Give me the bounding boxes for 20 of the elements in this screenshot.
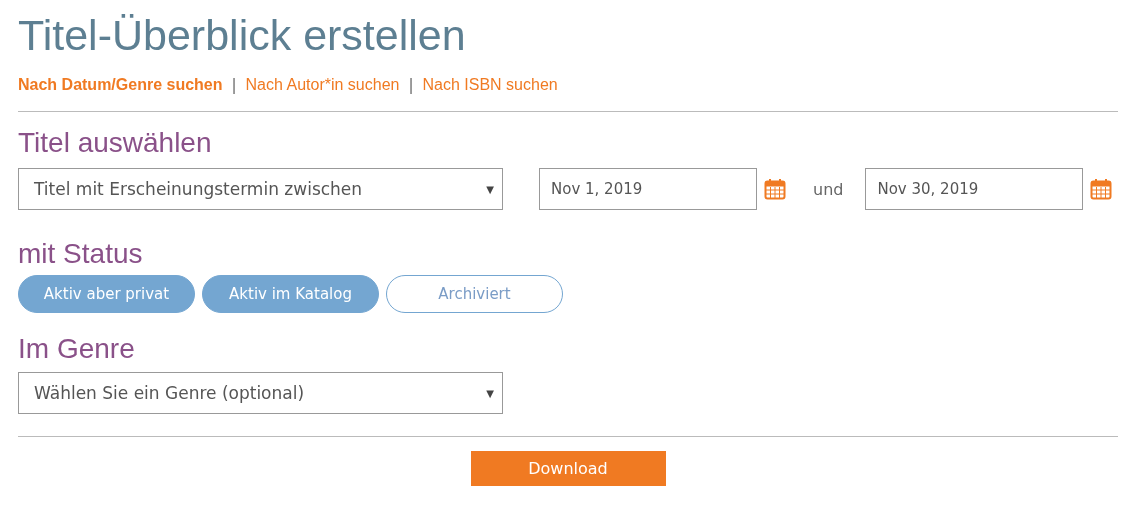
search-tab[interactable]: Nach ISBN suchen xyxy=(422,76,558,94)
search-tab[interactable]: Nach Datum/Genre suchen xyxy=(18,76,223,94)
status-toggle[interactable]: Archiviert xyxy=(386,275,563,313)
calendar-icon[interactable] xyxy=(1090,178,1113,200)
section-heading: Titel auswählen xyxy=(18,126,213,160)
date-field[interactable]: Nov 1, 2019 xyxy=(539,168,757,210)
genre-select[interactable]: Wählen Sie ein Genre (optional) ▼ xyxy=(18,372,503,414)
status-toggle[interactable]: Aktiv aber privat xyxy=(18,275,195,313)
section-heading: mit Status xyxy=(18,237,144,271)
status-toggle[interactable]: Aktiv im Katalog xyxy=(202,275,379,313)
title-select[interactable]: Titel mit Erscheinungstermin zwischen ▼ xyxy=(18,168,503,210)
date-field[interactable]: Nov 30, 2019 xyxy=(865,168,1084,210)
search-tab[interactable]: Nach Autor*in suchen xyxy=(245,76,400,94)
tab-separator: | xyxy=(231,76,237,94)
calendar-icon[interactable] xyxy=(764,178,786,200)
section-heading: Im Genre xyxy=(18,332,136,366)
tab-separator: | xyxy=(408,76,414,94)
download-button[interactable]: Download xyxy=(470,451,666,486)
page-title: Titel-Überblick erstellen xyxy=(18,10,467,61)
conjunction-label: und xyxy=(813,179,844,199)
